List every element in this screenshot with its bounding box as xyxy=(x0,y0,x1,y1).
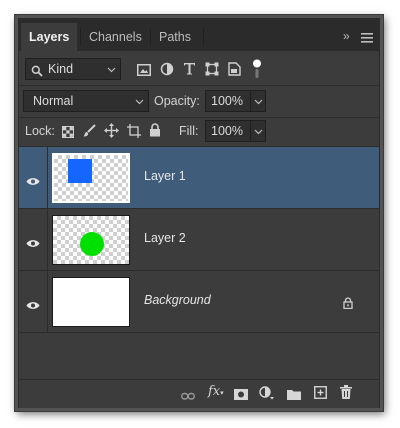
adjustment-layer-icon[interactable] xyxy=(259,386,274,405)
filter-row: Kind xyxy=(19,51,379,85)
lock-all-icon[interactable] xyxy=(149,123,161,142)
panel-footer: fx▾ xyxy=(19,379,379,408)
layer-row-layer-1[interactable]: Layer 1 xyxy=(19,147,379,209)
lock-transparent-icon[interactable] xyxy=(62,125,74,143)
smart-object-filter-icon[interactable] xyxy=(228,62,241,81)
lock-image-icon[interactable] xyxy=(83,124,96,142)
layer-name[interactable]: Layer 2 xyxy=(144,231,186,245)
column-separator xyxy=(47,147,48,209)
fx-icon[interactable]: fx▾ xyxy=(208,384,224,399)
lock-icon[interactable] xyxy=(343,296,353,314)
search-icon xyxy=(31,63,43,83)
chevron-down-icon xyxy=(254,129,263,135)
link-layers-icon[interactable] xyxy=(181,388,195,406)
eye-icon[interactable] xyxy=(26,297,40,315)
tab-layers[interactable]: Layers xyxy=(21,23,78,51)
layer-thumbnail xyxy=(52,215,130,265)
image-filter-icon[interactable] xyxy=(137,63,151,81)
new-layer-icon[interactable] xyxy=(314,386,327,404)
fill-dropdown-button[interactable] xyxy=(250,120,266,142)
filter-kind-label: Kind xyxy=(48,62,74,76)
delete-icon[interactable] xyxy=(340,385,352,404)
filter-toggle-icon[interactable] xyxy=(252,59,262,84)
tab-paths[interactable]: Paths xyxy=(151,23,199,51)
eye-icon[interactable] xyxy=(26,235,40,253)
lock-label: Lock: xyxy=(25,124,55,138)
add-mask-icon[interactable] xyxy=(234,387,248,405)
layer-row-background[interactable]: Background xyxy=(19,271,379,333)
eye-icon[interactable] xyxy=(26,173,40,191)
layer-name[interactable]: Layer 1 xyxy=(144,169,186,183)
green-circle-shape xyxy=(80,232,104,256)
divider xyxy=(19,332,379,333)
chevron-down-icon xyxy=(254,99,263,105)
layer-name[interactable]: Background xyxy=(144,293,211,307)
lock-artboard-icon[interactable] xyxy=(127,124,141,143)
layer-thumbnail xyxy=(52,277,130,327)
chevron-down-icon xyxy=(135,99,144,105)
blue-square-shape xyxy=(68,159,92,183)
blend-row: Normal Opacity: 100% xyxy=(19,86,379,117)
tab-bar: Layers Channels Paths » xyxy=(19,19,379,51)
shape-filter-icon[interactable] xyxy=(205,62,219,81)
lock-position-icon[interactable] xyxy=(104,123,119,143)
tab-channels[interactable]: Channels xyxy=(81,23,150,51)
blend-mode-value: Normal xyxy=(33,94,74,108)
column-separator xyxy=(47,209,48,271)
layers-panel: Layers Channels Paths » Kind Normal Opac… xyxy=(18,18,380,408)
column-separator xyxy=(47,271,48,333)
chevron-down-icon xyxy=(107,67,116,73)
opacity-label: Opacity: xyxy=(154,94,200,108)
filter-kind-dropdown[interactable]: Kind xyxy=(25,58,121,80)
type-filter-icon[interactable] xyxy=(183,62,196,80)
layer-row-layer-2[interactable]: Layer 2 xyxy=(19,209,379,271)
layers-panel-frame: Layers Channels Paths » Kind Normal Opac… xyxy=(15,15,383,411)
opacity-input[interactable]: 100% xyxy=(205,90,251,112)
new-group-icon[interactable] xyxy=(287,387,301,405)
adjustment-filter-icon[interactable] xyxy=(160,62,174,81)
blend-mode-dropdown[interactable]: Normal xyxy=(23,90,149,112)
layer-thumbnail xyxy=(52,153,130,203)
tab-separator xyxy=(203,28,204,45)
fill-input[interactable]: 100% xyxy=(205,120,251,142)
opacity-dropdown-button[interactable] xyxy=(250,90,266,112)
layers-list: Layer 1 Layer 2 Background xyxy=(19,147,379,379)
fill-label: Fill: xyxy=(179,124,199,138)
panel-menu-icon[interactable] xyxy=(361,30,373,48)
lock-row: Lock: Fill: 100% xyxy=(19,118,379,146)
collapse-icon[interactable]: » xyxy=(343,27,350,45)
